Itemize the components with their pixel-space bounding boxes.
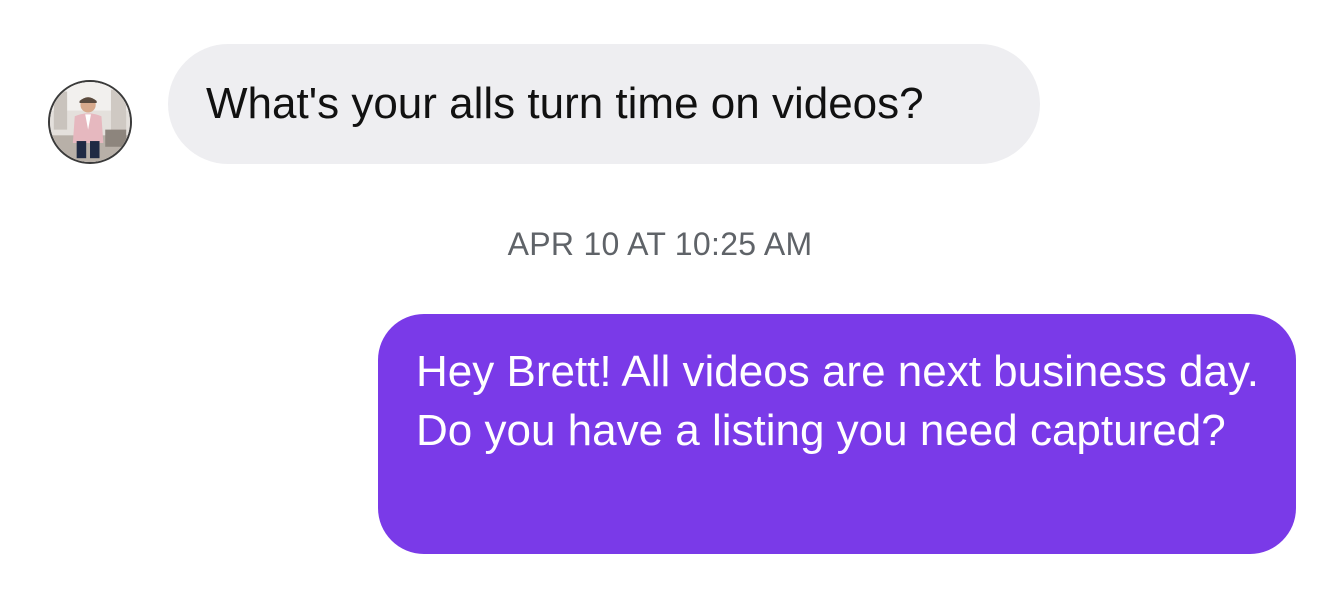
incoming-message-text: What's your alls turn time on videos? (206, 79, 924, 128)
outgoing-message-text: Hey Brett! All videos are next business … (416, 347, 1259, 455)
sender-avatar[interactable] (48, 80, 132, 164)
incoming-message-bubble[interactable]: What's your alls turn time on videos? (168, 44, 1040, 164)
message-timestamp: APR 10 AT 10:25 AM (507, 226, 813, 262)
avatar-photo-icon (50, 82, 130, 162)
outgoing-message-bubble[interactable]: Hey Brett! All videos are next business … (378, 314, 1296, 554)
